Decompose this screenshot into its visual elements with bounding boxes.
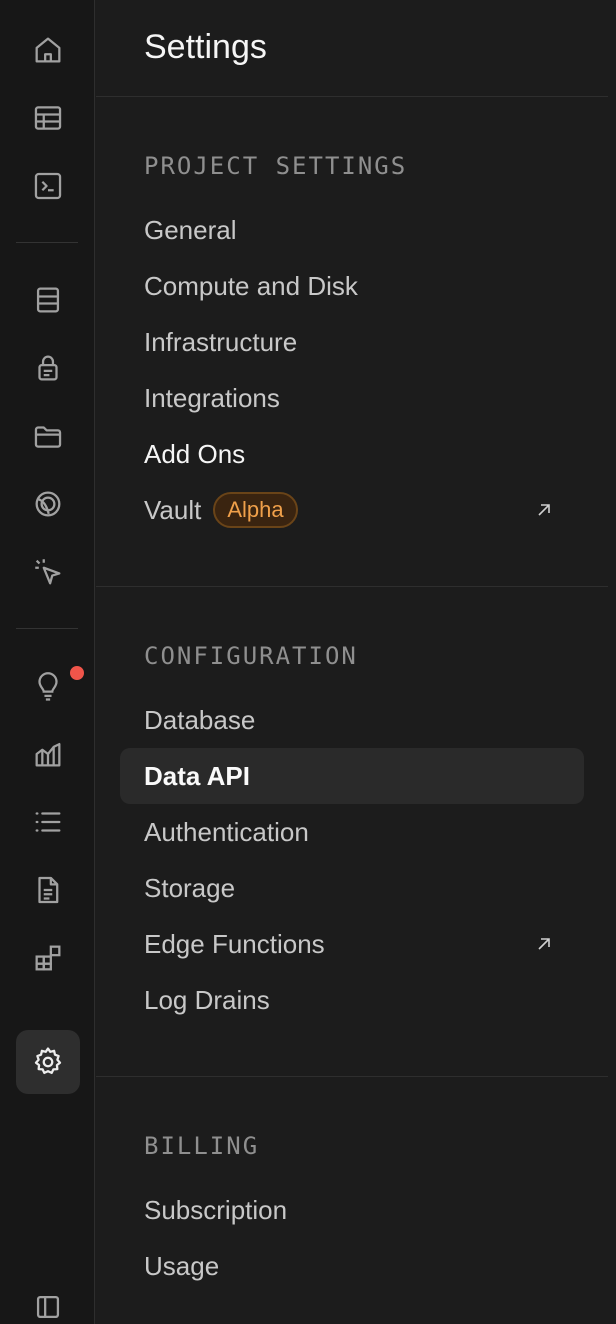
integrations-blocks-icon[interactable] xyxy=(16,926,80,990)
menu-item-integrations[interactable]: Integrations xyxy=(120,370,584,426)
external-link-icon xyxy=(538,504,550,516)
menu-item-edge-functions[interactable]: Edge Functions xyxy=(120,916,584,972)
menu-item-authentication[interactable]: Authentication xyxy=(120,804,584,860)
section-label-configuration: CONFIGURATION xyxy=(144,642,358,670)
menu-item-add-ons[interactable]: Add Ons xyxy=(120,426,584,482)
icon-rail xyxy=(0,0,95,1324)
section-label-project-settings: PROJECT SETTINGS xyxy=(144,152,408,180)
menu-item-storage[interactable]: Storage xyxy=(120,860,584,916)
alpha-badge: Alpha xyxy=(213,492,298,528)
sql-editor-icon[interactable] xyxy=(16,154,80,218)
rail-divider xyxy=(16,242,78,243)
section-divider xyxy=(96,586,608,587)
menu-item-database[interactable]: Database xyxy=(120,692,584,748)
menu-item-compute-and-disk[interactable]: Compute and Disk xyxy=(120,258,584,314)
storage-folder-icon[interactable] xyxy=(16,404,80,468)
auth-lock-icon[interactable] xyxy=(16,336,80,400)
settings-gear-icon[interactable] xyxy=(16,1030,80,1094)
home-icon[interactable] xyxy=(16,18,80,82)
menu-item-vault[interactable]: Vault Alpha xyxy=(120,482,584,538)
menu-item-data-api[interactable]: Data API xyxy=(120,748,584,804)
collapse-sidebar-icon[interactable] xyxy=(16,1290,80,1324)
realtime-icon[interactable] xyxy=(16,472,80,536)
cursor-click-icon[interactable] xyxy=(16,540,80,604)
menu-item-general[interactable]: General xyxy=(120,202,584,258)
reports-chart-icon[interactable] xyxy=(16,722,80,786)
menu-item-usage[interactable]: Usage xyxy=(120,1238,584,1294)
section-divider xyxy=(96,1076,608,1077)
logs-list-icon[interactable] xyxy=(16,790,80,854)
rail-divider xyxy=(16,628,78,629)
external-link-icon xyxy=(538,938,550,950)
advisors-lightbulb-icon[interactable] xyxy=(16,654,86,718)
notification-dot xyxy=(68,664,86,682)
database-icon[interactable] xyxy=(16,268,80,332)
section-divider xyxy=(96,96,608,97)
menu-item-label: Vault xyxy=(144,494,202,525)
settings-panel: Settings PROJECT SETTINGS General Comput… xyxy=(96,0,616,1324)
menu-item-infrastructure[interactable]: Infrastructure xyxy=(120,314,584,370)
section-label-billing: BILLING xyxy=(144,1132,260,1160)
docs-file-icon[interactable] xyxy=(16,858,80,922)
menu-item-log-drains[interactable]: Log Drains xyxy=(120,972,584,1028)
page-title: Settings xyxy=(144,28,267,66)
menu-item-subscription[interactable]: Subscription xyxy=(120,1182,584,1238)
menu-item-label: Edge Functions xyxy=(144,928,325,959)
table-editor-icon[interactable] xyxy=(16,86,80,150)
